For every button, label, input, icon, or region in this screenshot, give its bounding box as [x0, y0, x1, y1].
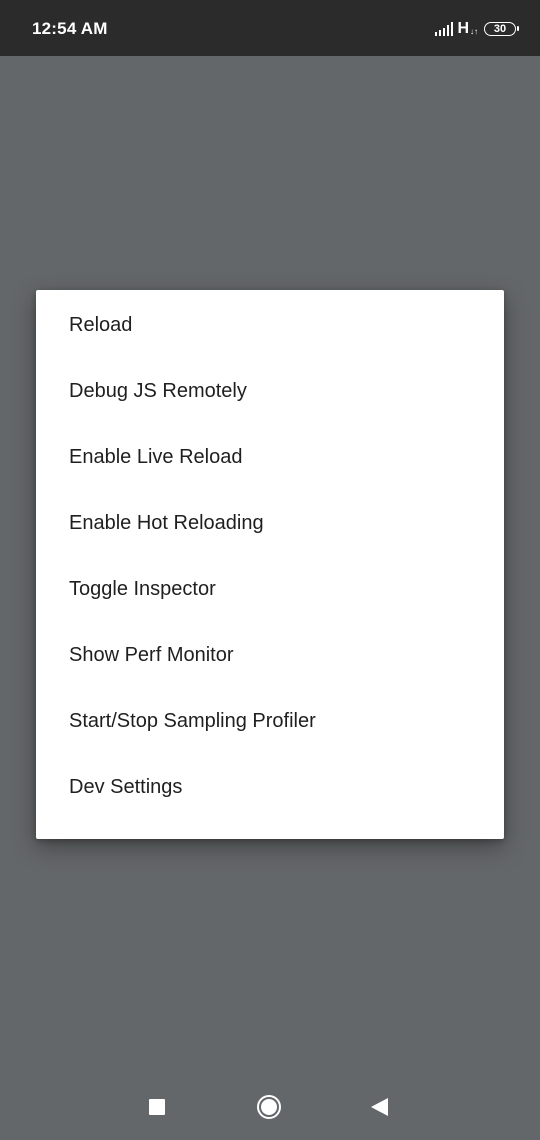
dev-menu-dialog: Reload Debug JS Remotely Enable Live Rel…	[36, 290, 504, 839]
network-type-label: H	[457, 20, 469, 37]
battery-icon: 30	[484, 22, 519, 36]
menu-item-sampling-profiler[interactable]: Start/Stop Sampling Profiler	[36, 688, 504, 754]
status-indicators: H ↓↑ 30	[435, 19, 519, 39]
menu-item-enable-hot-reloading[interactable]: Enable Hot Reloading	[36, 490, 504, 556]
status-time: 12:54 AM	[32, 19, 108, 38]
menu-item-reload[interactable]: Reload	[36, 292, 504, 358]
menu-item-toggle-inspector[interactable]: Toggle Inspector	[36, 556, 504, 622]
recents-icon[interactable]	[149, 1099, 165, 1115]
navigation-bar	[0, 1075, 540, 1140]
menu-item-debug-js-remotely[interactable]: Debug JS Remotely	[36, 358, 504, 424]
home-icon[interactable]	[257, 1095, 281, 1119]
signal-icon	[435, 22, 454, 36]
status-bar: 12:54 AM H ↓↑ 30	[0, 0, 540, 56]
menu-item-enable-live-reload[interactable]: Enable Live Reload	[36, 424, 504, 490]
menu-item-show-perf-monitor[interactable]: Show Perf Monitor	[36, 622, 504, 688]
network-activity-icon: ↓↑	[470, 27, 478, 36]
menu-item-dev-settings[interactable]: Dev Settings	[36, 754, 504, 820]
back-icon[interactable]	[371, 1098, 388, 1116]
battery-level: 30	[493, 22, 507, 35]
